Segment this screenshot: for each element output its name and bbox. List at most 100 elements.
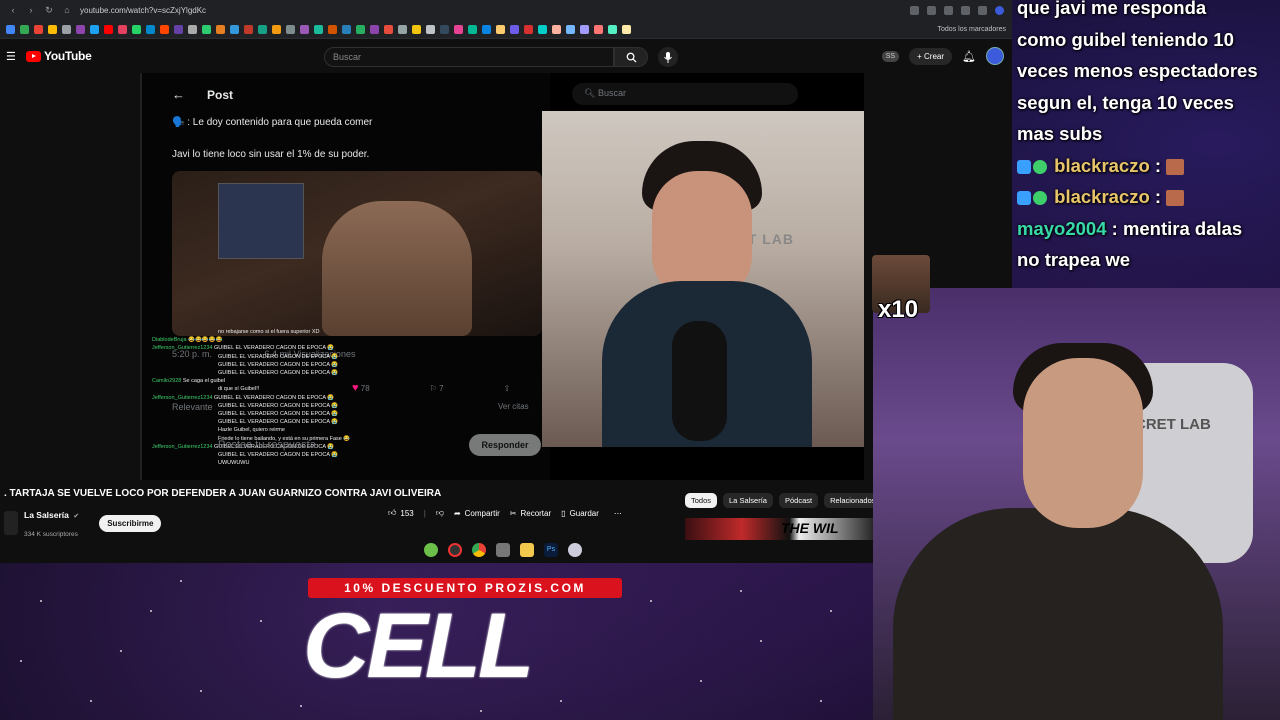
star-icon[interactable] — [927, 5, 936, 15]
menu-icon[interactable]: ☰ — [6, 50, 18, 63]
channel-name[interactable]: La Salsería — [24, 510, 69, 520]
twitter-search-input[interactable]: 🔍︎ Buscar — [572, 83, 798, 105]
bookmark-icon[interactable] — [188, 24, 197, 34]
bookmark-icon[interactable] — [608, 24, 617, 34]
reload-icon[interactable]: ↻ — [44, 5, 54, 16]
star — [560, 700, 562, 702]
bookmark-icon[interactable] — [510, 24, 519, 34]
bookmark-icon[interactable] — [538, 24, 547, 34]
bookmark-icon[interactable] — [412, 24, 421, 34]
bookmark-icon[interactable] — [34, 24, 43, 34]
bookmark-icon[interactable] — [482, 24, 491, 34]
bookmark-icon[interactable] — [20, 24, 29, 34]
bookmark-icon[interactable] — [468, 24, 477, 34]
bookmark-icon[interactable] — [202, 24, 211, 34]
like-button[interactable]: 👍︎ 153 — [388, 508, 414, 518]
bookmark-icon[interactable] — [62, 24, 71, 34]
extension-icon[interactable] — [944, 5, 953, 15]
bookmark-icon[interactable] — [230, 24, 239, 34]
chrome-icon[interactable] — [472, 543, 486, 557]
app-icon[interactable] — [424, 543, 438, 557]
bookmark-icon[interactable] — [622, 24, 631, 34]
bookmark-icon[interactable] — [440, 24, 449, 34]
bookmark-icon[interactable] — [552, 24, 561, 34]
clip-button[interactable]: ✂ Recortar — [510, 509, 551, 518]
related-video-thumbnail[interactable]: THE WIL — [685, 518, 875, 540]
bookmark-icon[interactable] — [90, 24, 99, 34]
youtube-logo[interactable]: YouTube — [26, 49, 92, 63]
bookmark-icon[interactable] — [272, 24, 281, 34]
scissors-icon: ✂ — [509, 508, 517, 518]
channel-avatar[interactable] — [4, 511, 18, 535]
bookmark-icon[interactable] — [258, 24, 267, 34]
embedded-chat-line: GUIBEL EL VERADERO CAGON DE EPOCA 😭 — [152, 410, 362, 418]
sub-badge-icon — [1033, 191, 1047, 206]
bookmark-icon[interactable] — [580, 24, 589, 34]
bookmark-icon[interactable] — [6, 24, 15, 34]
video-player[interactable]: ← Post 🗣️ : Le doy contenido para que pu… — [140, 73, 864, 480]
bookmark-icon[interactable] — [524, 24, 533, 34]
notifications-bell-icon[interactable]: 🔔︎ — [962, 50, 976, 63]
embedded-chat-line: GUIBEL EL VERADERO CAGON DE EPOCA 😭 — [152, 353, 362, 361]
bookmark-icon[interactable] — [496, 24, 505, 34]
app-icon[interactable] — [496, 543, 510, 557]
voice-search-button[interactable] — [658, 47, 678, 67]
bookmark-icon[interactable] — [104, 24, 113, 34]
bookmark-icon[interactable] — [454, 24, 463, 34]
dislike-button[interactable]: 👎︎ — [436, 508, 444, 518]
bookmark-icon[interactable] — [132, 24, 141, 34]
bookmark-icon[interactable] — [426, 24, 435, 34]
bookmark-icon[interactable] — [300, 24, 309, 34]
share-button[interactable]: ➦ Compartir — [454, 509, 500, 518]
chat-message-line: no trapea we — [1017, 249, 1131, 270]
filter-chip[interactable]: Pódcast — [778, 493, 819, 508]
folder-icon[interactable] — [520, 543, 534, 557]
reply-button[interactable]: Responder — [469, 434, 541, 456]
filter-chip[interactable]: Todos — [685, 493, 718, 508]
account-avatar[interactable] — [986, 47, 1004, 65]
app-icon[interactable] — [568, 543, 582, 557]
more-options-icon[interactable]: ⋯ — [609, 509, 627, 518]
bookmark-icon[interactable] — [118, 24, 127, 34]
profile-icon[interactable] — [995, 5, 1004, 15]
app-icon[interactable] — [448, 543, 462, 557]
bookmark-icon[interactable] — [398, 24, 407, 34]
extension-icon[interactable] — [978, 5, 987, 15]
forward-icon[interactable]: › — [26, 5, 36, 15]
url-field[interactable]: youtube.com/watch?v=scZxjYlgdKc — [80, 6, 206, 15]
view-quotes-link[interactable]: Ver citas — [498, 402, 529, 411]
bookmark-icon[interactable] — [174, 24, 183, 34]
bookmark-icon[interactable] — [76, 24, 85, 34]
bookmark-icon[interactable] — [342, 24, 351, 34]
bookmark-action[interactable]: ⚐ 7 — [430, 384, 444, 393]
bookmark-icon[interactable] — [594, 24, 603, 34]
subscribe-button[interactable]: Suscribirme — [99, 514, 162, 532]
bookmark-icon[interactable] — [286, 24, 295, 34]
back-icon[interactable]: ‹ — [8, 5, 18, 15]
extension-icon[interactable] — [961, 5, 970, 15]
clip-label: Recortar — [520, 508, 552, 518]
bookmark-icon[interactable] — [566, 24, 575, 34]
bookmark-icon[interactable] — [356, 24, 365, 34]
share-icon[interactable]: ⇧ — [504, 384, 511, 393]
bookmark-icon[interactable] — [160, 24, 169, 34]
search-input[interactable]: Buscar — [324, 47, 614, 67]
reply-input[interactable]: Postea tu respuesta — [218, 439, 316, 451]
bookmark-icon[interactable] — [244, 24, 253, 34]
bookmark-icon[interactable] — [146, 24, 155, 34]
bookmark-icon[interactable] — [384, 24, 393, 34]
bookmark-icon[interactable] — [216, 24, 225, 34]
bookmark-icon[interactable] — [314, 24, 323, 34]
bookmark-icon[interactable] — [370, 24, 379, 34]
bookmark-icon[interactable] — [328, 24, 337, 34]
cast-icon[interactable] — [910, 5, 919, 15]
save-button[interactable]: ▯ Guardar — [561, 509, 599, 518]
create-button[interactable]: + Crear — [909, 47, 953, 65]
filter-chip[interactable]: La Salsería — [723, 493, 773, 508]
photoshop-icon[interactable]: Ps — [544, 543, 558, 557]
search-button[interactable] — [614, 47, 648, 67]
chat-message-line: como guibel teniendo 10 — [1017, 28, 1234, 50]
home-icon[interactable]: ⌂ — [62, 5, 72, 15]
bookmark-icon[interactable] — [48, 24, 57, 34]
bookmarks-folder[interactable]: Todos los marcadores — [938, 26, 1006, 33]
